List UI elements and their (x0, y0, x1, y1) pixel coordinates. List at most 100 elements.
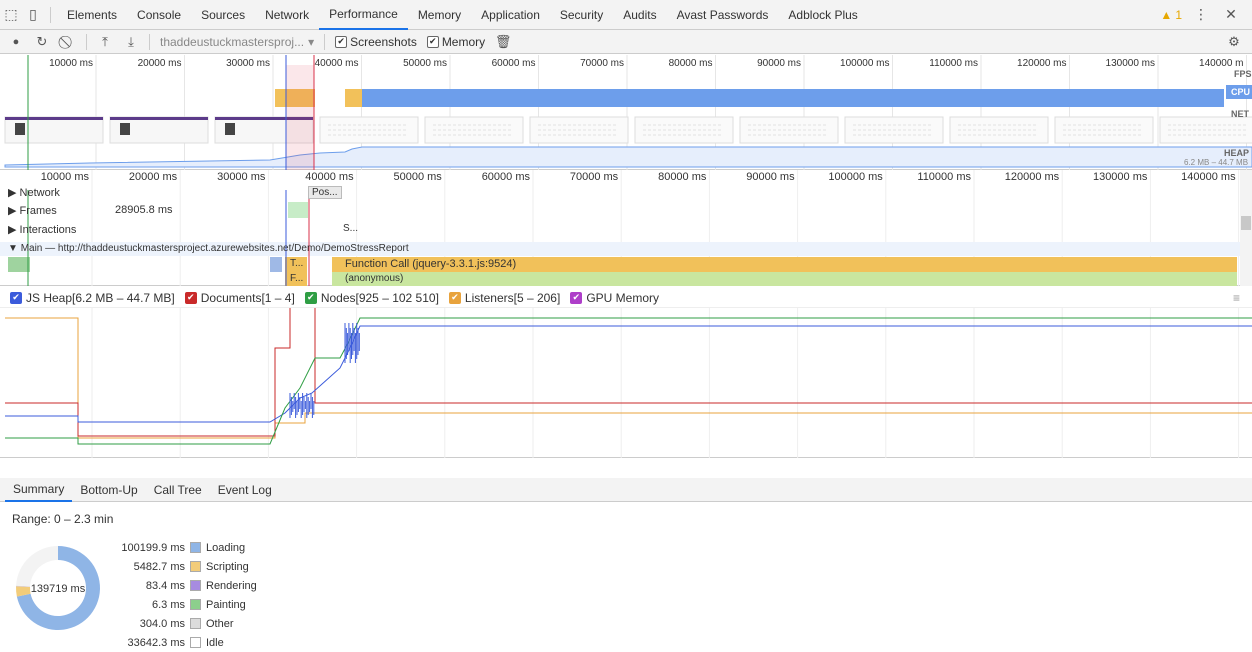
profile-select[interactable]: thaddeustuckmastersproj... ▾ (160, 35, 314, 49)
tab-security[interactable]: Security (550, 0, 613, 30)
details-tab-call-tree[interactable]: Call Tree (146, 478, 210, 502)
flame-tick-label: 20000 ms (129, 171, 178, 183)
summary-donut: 139719 ms (16, 546, 100, 630)
memory-graph (5, 302, 1252, 458)
more-options-icon[interactable]: ⋮ (1190, 4, 1212, 26)
tab-sources[interactable]: Sources (191, 0, 255, 30)
device-toolbar-icon[interactable]: ▯ (22, 4, 44, 26)
warning-badge[interactable]: ▲ 1 (1160, 8, 1182, 22)
details-tabs: Summary Bottom-Up Call Tree Event Log (0, 478, 1252, 502)
clear-icon[interactable]: ⃠ (60, 34, 76, 50)
chevron-down-icon: ▾ (308, 34, 315, 49)
tabbar-separator (50, 6, 51, 23)
memory-checkbox[interactable]: ✔ Memory (426, 34, 486, 49)
flame-tick-label: 50000 ms (393, 171, 442, 183)
heap-label: HEAP (1224, 148, 1250, 158)
checkbox-checked-icon: ✔ (448, 291, 461, 304)
flame-tick-label: 40000 ms (305, 171, 354, 183)
screenshots-checkbox[interactable]: ✔ Screenshots (335, 35, 417, 49)
flame-tick-label: 10000 ms (41, 171, 90, 183)
main-track[interactable]: ▼ Main — http://thaddeustuckmastersproje… (8, 243, 409, 254)
flame-graph: 10000 ms 20000 ms 30000 ms 40000 ms 50000 ms… (0, 170, 1252, 286)
network-track[interactable]: ▶ Network (8, 186, 60, 199)
cpu-scripting-block (345, 89, 362, 107)
checkbox-checked-icon: ✔ (335, 35, 348, 48)
overview-tick-label: 10000 ms (49, 58, 93, 69)
interaction-item[interactable]: S... (343, 223, 358, 234)
frames-track[interactable]: ▶ Frames (8, 204, 57, 217)
anonymous-label[interactable]: (anonymous) (345, 273, 403, 284)
network-track-label: Network (19, 187, 60, 199)
save-profile-icon[interactable]: ⤓ (123, 34, 139, 50)
tab-audits[interactable]: Audits (613, 0, 666, 30)
details-tab-event-log[interactable]: Event Log (210, 478, 280, 502)
overview-graph: 10000 ms 20000 ms 30000 ms 40000 ms 50000 ms… (4, 55, 1252, 170)
details-tab-summary[interactable]: Summary (5, 478, 73, 502)
timeline-overview[interactable]: 10000 ms 20000 ms 30000 ms 40000 ms 50000 ms… (0, 55, 1252, 170)
flame-tick-label: 100000 ms (828, 171, 883, 183)
documents-line (5, 302, 1252, 437)
flame-chart[interactable]: 10000 ms 20000 ms 30000 ms 40000 ms 50000 ms… (0, 170, 1252, 286)
tab-network[interactable]: Network (255, 0, 319, 30)
legend-value: 5482.7 ms (133, 560, 185, 573)
counter-toggle[interactable]: ✔ GPU Memory (570, 291, 659, 305)
counter-toggle[interactable]: ✔ Documents[1 – 4] (184, 291, 295, 305)
selection-range (286, 65, 314, 170)
legend-row: 83.4 ms Rendering (100, 576, 257, 595)
tab-elements[interactable]: Elements (57, 0, 127, 30)
profile-select-value: thaddeustuckmastersproj... (160, 34, 305, 49)
cpu-label: CPU (1231, 87, 1251, 97)
details-tab-list: Summary Bottom-Up Call Tree Event Log (5, 478, 280, 502)
heap-range-label: 6.2 MB – 44.7 MB (1184, 158, 1249, 167)
anonymous-block (332, 272, 1237, 286)
f-block-label[interactable]: F... (290, 273, 303, 284)
legend-swatch (190, 599, 201, 610)
t-block-label[interactable]: T... (290, 258, 303, 269)
reload-record-icon[interactable]: ↻ (34, 34, 50, 50)
toolbar-separator (149, 33, 150, 50)
function-call-label[interactable]: Function Call (jquery-3.3.1.js:9524) (345, 258, 516, 270)
devtools-tabbar: ⬚ ▯ Elements Console Sources Network Perform… (0, 0, 1252, 30)
legend-row: 6.3 ms Painting (100, 595, 257, 614)
tab-memory[interactable]: Memory (408, 0, 471, 30)
counter-toggle[interactable]: ✔ JS Heap[6.2 MB – 44.7 MB] (10, 291, 175, 305)
load-profile-icon[interactable]: ⤒ (97, 34, 113, 50)
counter-label: Listeners[5 – 206] (464, 290, 561, 305)
memory-label: Memory (441, 34, 486, 49)
details-tab-bottom-up[interactable]: Bottom-Up (72, 478, 145, 502)
record-icon[interactable]: ● (8, 34, 24, 50)
tab-console[interactable]: Console (127, 0, 191, 30)
tab-avast-passwords[interactable]: Avast Passwords (667, 0, 779, 30)
tab-application[interactable]: Application (471, 0, 550, 30)
legend-swatch (190, 561, 201, 572)
legend-label: Painting (206, 598, 246, 611)
interactions-track-label: Interactions (19, 224, 77, 236)
overview-tick-label: 20000 ms (138, 58, 182, 69)
interactions-track[interactable]: ▶ Interactions (8, 223, 76, 236)
settings-gear-icon[interactable]: ⚙ (1226, 34, 1242, 50)
overview-tick-label: 90000 ms (757, 58, 801, 69)
legend-label: Other (206, 617, 234, 630)
legend-label: Scripting (206, 560, 249, 573)
network-request-item[interactable]: Pos... (308, 186, 342, 199)
tab-performance[interactable]: Performance (319, 0, 408, 30)
checkbox-checked-icon: ✔ (10, 291, 22, 304)
menu-icon[interactable]: ≡ (1233, 291, 1240, 305)
legend-row: 304.0 ms Other (100, 614, 257, 633)
garbage-collect-icon[interactable]: 🗑 (495, 34, 512, 50)
overview-tick-label: 140000 m (1199, 58, 1243, 69)
close-devtools-icon[interactable]: ✕ (1220, 4, 1242, 26)
performance-toolbar: ● ↻ ⃠ ⤒ ⤓ thaddeustuckmastersproj...▾ ✔S… (0, 30, 1252, 54)
checkbox-checked-icon: ✔ (184, 291, 197, 304)
counter-toggle[interactable]: ✔ Listeners[5 – 206] (448, 290, 561, 305)
tab-adblock-plus[interactable]: Adblock Plus (778, 0, 867, 30)
heap-area (4, 146, 1252, 168)
overview-tick-label: 100000 ms (840, 58, 889, 69)
flame-tick-label: 110000 ms (917, 171, 971, 183)
counter-toggle[interactable]: ✔ Nodes[925 – 102 510] (304, 291, 439, 305)
inspect-element-icon[interactable]: ⬚ (0, 4, 22, 26)
legend-value: 304.0 ms (139, 617, 185, 630)
legend-label: Loading (206, 541, 246, 554)
legend-label: Idle (206, 636, 224, 649)
checkbox-checked-icon: ✔ (304, 291, 317, 304)
